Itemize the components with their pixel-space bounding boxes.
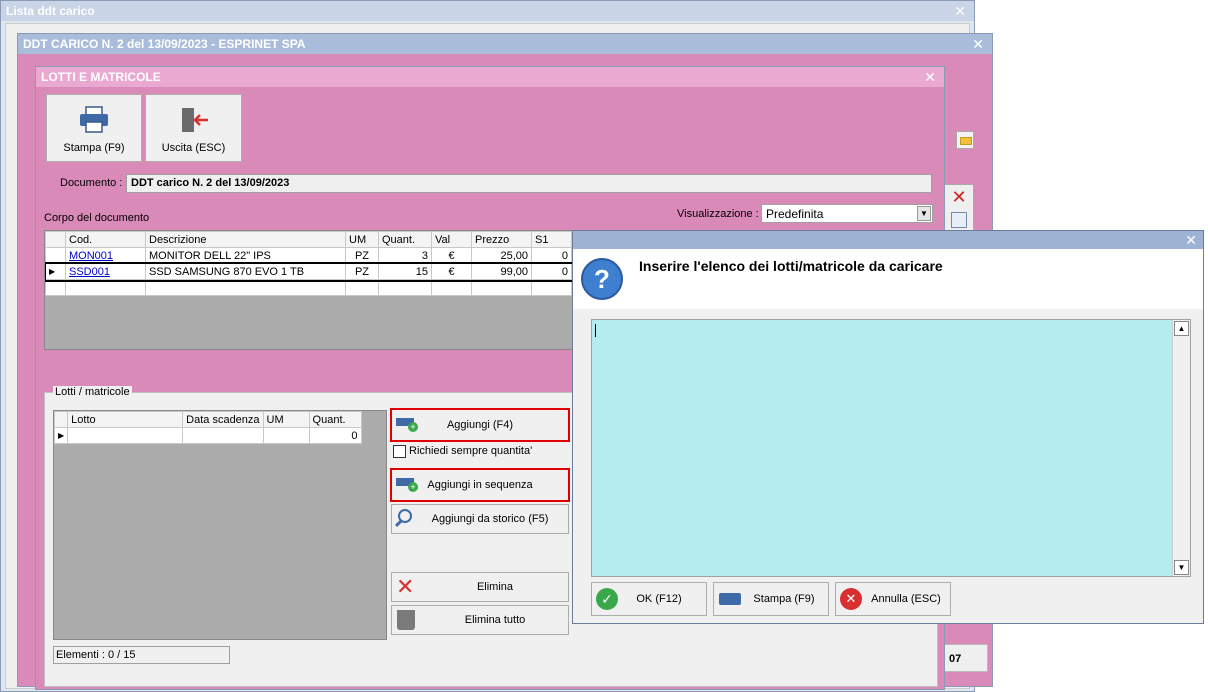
aggiungi-label: Aggiungi (F4) [446, 419, 514, 431]
cell-quant: 15 [378, 263, 432, 280]
col-um[interactable]: UM [345, 231, 379, 248]
close-icon[interactable]: ✕ [1185, 231, 1197, 249]
question-icon: ? [581, 258, 623, 300]
window-lotti-titlebar[interactable]: LOTTI E MATRICOLE ✕ [36, 67, 944, 87]
cod-link[interactable]: SSD001 [69, 266, 110, 278]
magnifier-handle-icon [394, 519, 403, 528]
cell-um: PZ [345, 263, 379, 280]
cell-val: € [431, 263, 472, 280]
folder-icon[interactable] [956, 131, 974, 149]
delete-icon[interactable]: ✕ [949, 188, 969, 206]
cell-prezzo: 99,00 [471, 263, 532, 280]
plus-badge-icon: + [408, 422, 418, 432]
col-quant[interactable]: Quant. [378, 231, 432, 248]
lotti-header-row: Lotto Data scadenza UM Quant. [54, 411, 362, 428]
window-ddt-titlebar[interactable]: DDT CARICO N. 2 del 13/09/2023 - ESPRINE… [18, 34, 992, 54]
richiedi-checkbox[interactable] [393, 445, 406, 458]
printer-icon [719, 593, 741, 605]
cancel-button[interactable]: ✕ Annulla (ESC) [835, 582, 951, 616]
col-cod[interactable]: Cod. [65, 231, 146, 248]
trash-icon [397, 610, 415, 630]
ok-button[interactable]: ✓ OK (F12) [591, 582, 707, 616]
exit-icon [181, 108, 208, 132]
cell-s1: 0 [531, 247, 572, 264]
aggiungi-sequenza-button[interactable]: + Aggiungi in sequenza [390, 468, 570, 502]
visualizzazione-label: Visualizzazione : [677, 208, 759, 220]
print-button[interactable]: Stampa (F9) [713, 582, 829, 616]
table-row-selected[interactable]: ▶ SSD001 SSD SAMSUNG 870 EVO 1 TB PZ 15 … [45, 261, 573, 282]
visualizzazione-value: Predefinita [766, 207, 824, 221]
delete-icon: ✕ [396, 574, 415, 599]
chevron-down-icon[interactable]: ▼ [917, 206, 931, 221]
cell-descrizione: SSD SAMSUNG 870 EVO 1 TB [145, 263, 346, 280]
cell-um: PZ [345, 247, 379, 264]
dialog-inserimento: ✕ ? Inserire l'elenco dei lotti/matricol… [572, 230, 1204, 624]
text-caret [595, 324, 596, 337]
exit-button[interactable]: Uscita (ESC) [145, 94, 242, 162]
table-header-row: Cod. Descrizione UM Quant. Val Prezzo S1 [45, 231, 572, 248]
aggiungi-storico-button[interactable]: Aggiungi da storico (F5) [391, 504, 569, 534]
lotti-textarea[interactable]: ▲ ▼ [591, 319, 1191, 577]
exit-label: Uscita (ESC) [161, 142, 226, 154]
window-lista-ddt-titlebar[interactable]: Lista ddt carico ✕ [1, 1, 974, 21]
close-icon[interactable]: ✕ [972, 34, 984, 54]
aggiungi-button[interactable]: + Aggiungi (F4) [390, 408, 570, 442]
print-label: Stampa (F9) [63, 142, 125, 154]
scrollbar[interactable]: ▲ ▼ [1172, 320, 1190, 576]
col-s1[interactable]: S1 [531, 231, 572, 248]
cell-descrizione: MONITOR DELL 22" IPS [145, 247, 346, 264]
richiedi-label[interactable]: Richiedi sempre quantita' [409, 445, 532, 457]
elimina-tutto-label: Elimina tutto [464, 614, 526, 626]
documento-label: Documento : [60, 177, 123, 189]
sequenza-label: Aggiungi in sequenza [427, 479, 533, 491]
cell-prezzo: 25,00 [471, 247, 532, 264]
ok-label: OK (F12) [636, 593, 682, 605]
row-pointer-icon: ▶ [45, 263, 66, 280]
dialog-header: ? Inserire l'elenco dei lotti/matricole … [573, 249, 1203, 309]
cell-quant: 0 [308, 427, 362, 444]
col-val[interactable]: Val [431, 231, 472, 248]
lotti-row[interactable]: ▶ 0 [54, 427, 362, 444]
elimina-tutto-button[interactable]: Elimina tutto [391, 605, 569, 635]
close-icon[interactable]: ✕ [954, 1, 966, 21]
elementi-counter: Elementi : 0 / 15 [53, 646, 230, 664]
elimina-button[interactable]: ✕ Elimina [391, 572, 569, 602]
row-pointer-icon: ▶ [54, 427, 69, 444]
plus-badge-icon: + [408, 482, 418, 492]
cell-quant: 3 [378, 247, 432, 264]
edit-icon[interactable] [951, 212, 967, 228]
footer-value: 07 [949, 653, 962, 665]
col-descrizione[interactable]: Descrizione [145, 231, 346, 248]
elimina-label: Elimina [476, 581, 514, 593]
window-title: LOTTI E MATRICOLE [41, 70, 161, 84]
cell-val: € [431, 247, 472, 264]
col-data-scadenza[interactable]: Data scadenza [182, 411, 264, 428]
lotti-group-label: Lotti / matricole [53, 386, 132, 398]
col-quant[interactable]: Quant. [308, 411, 362, 428]
storico-label: Aggiungi da storico (F5) [431, 513, 549, 525]
visualizzazione-select[interactable]: Predefinita ▼ [761, 204, 933, 223]
scroll-up-icon[interactable]: ▲ [1174, 321, 1189, 336]
col-lotto[interactable]: Lotto [67, 411, 184, 428]
print-button[interactable]: Stampa (F9) [46, 94, 142, 162]
cancel-icon: ✕ [840, 588, 862, 610]
cod-link[interactable]: MON001 [69, 250, 113, 262]
check-icon: ✓ [596, 588, 618, 610]
table-row-empty[interactable] [45, 279, 572, 296]
printer-icon [80, 106, 108, 133]
corpo-label: Corpo del documento [44, 212, 150, 224]
documento-field[interactable]: DDT carico N. 2 del 13/09/2023 [126, 174, 932, 193]
col-um[interactable]: UM [262, 411, 310, 428]
table-row[interactable]: MON001 MONITOR DELL 22" IPS PZ 3 € 25,00… [45, 247, 572, 264]
corpo-grid: Cod. Descrizione UM Quant. Val Prezzo S1… [44, 230, 574, 350]
col-prezzo[interactable]: Prezzo [471, 231, 532, 248]
dialog-prompt: Inserire l'elenco dei lotti/matricole da… [639, 258, 943, 274]
cell-s1: 0 [531, 263, 572, 280]
lotti-grid: Lotto Data scadenza UM Quant. ▶ 0 [53, 410, 387, 640]
window-title: DDT CARICO N. 2 del 13/09/2023 - ESPRINE… [23, 37, 306, 51]
scroll-down-icon[interactable]: ▼ [1174, 560, 1189, 575]
dialog-titlebar[interactable]: ✕ [573, 231, 1203, 249]
close-icon[interactable]: ✕ [924, 67, 936, 87]
window-title: Lista ddt carico [6, 4, 95, 18]
